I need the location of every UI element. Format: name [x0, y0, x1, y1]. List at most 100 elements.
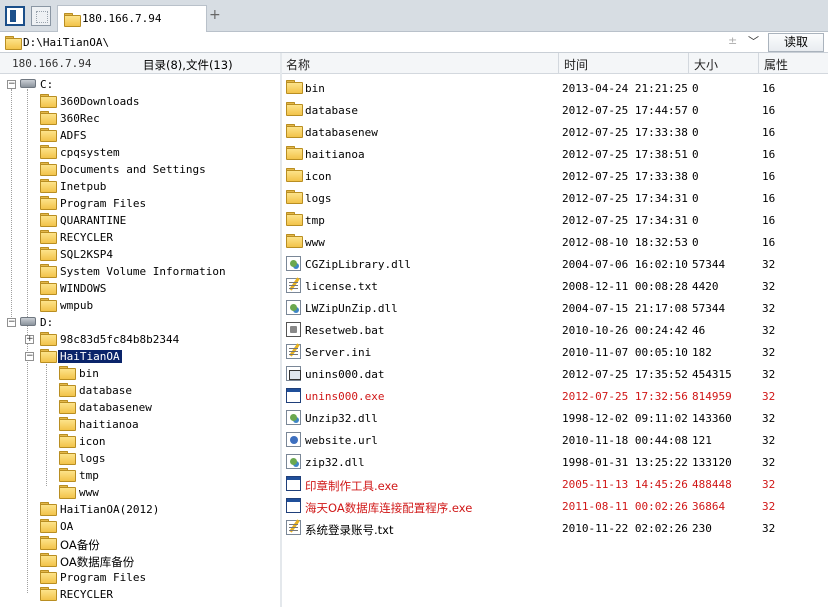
tree-item-folder[interactable]: Inetpub [0, 178, 270, 195]
file-row[interactable]: Unzip32.dll 1998-12-02 09:11:02 143360 32 [282, 407, 828, 429]
collapse-icon[interactable]: − [7, 80, 16, 89]
file-attr: 16 [762, 148, 776, 161]
file-row[interactable]: icon 2012-07-25 17:33:38 0 16 [282, 165, 828, 187]
tree-item-folder[interactable]: icon [0, 433, 270, 450]
file-time: 2005-11-13 14:45:26 [562, 478, 688, 491]
column-header-size[interactable]: 大小 [694, 56, 718, 73]
file-row[interactable]: 印章制作工具.exe 2005-11-13 14:45:26 488448 32 [282, 473, 828, 495]
tree-item-folder[interactable]: OA备份 [0, 535, 270, 552]
tree-item-folder[interactable]: tmp [0, 467, 270, 484]
tree-drive-d[interactable]: − D: [0, 314, 120, 331]
tree-item-folder[interactable]: OA [0, 518, 270, 535]
panel-toggle-icon[interactable] [5, 6, 25, 26]
column-header-name[interactable]: 名称 [286, 56, 310, 73]
tree-item-folder[interactable]: cpqsystem [0, 144, 270, 161]
tree-item-folder[interactable]: 360Rec [0, 110, 270, 127]
tree-item-folder[interactable]: database [0, 382, 270, 399]
column-header-time[interactable]: 时间 [564, 56, 588, 73]
file-size: 4420 [692, 280, 719, 293]
tree-item-folder[interactable]: ADFS [0, 127, 270, 144]
file-row[interactable]: CGZipLibrary.dll 2004-07-06 16:02:10 57344… [282, 253, 828, 275]
add-tab-icon[interactable]: + [209, 7, 221, 23]
file-name: databasenew [305, 126, 378, 139]
file-row[interactable]: tmp 2012-07-25 17:34:31 0 16 [282, 209, 828, 231]
file-size: 36864 [692, 500, 726, 513]
file-row[interactable]: zip32.dll 1998-01-31 13:25:22 133120 32 [282, 451, 828, 473]
dll-file-icon [286, 454, 301, 469]
collapse-icon[interactable]: − [7, 318, 16, 327]
tree-item-folder[interactable]: wmpub [0, 297, 270, 314]
file-row[interactable]: databasenew 2012-07-25 17:33:38 0 16 [282, 121, 828, 143]
tree-item-folder[interactable]: logs [0, 450, 270, 467]
file-attr: 32 [762, 368, 776, 381]
column-separator[interactable] [688, 53, 689, 74]
file-row[interactable]: database 2012-07-25 17:44:57 0 16 [282, 99, 828, 121]
tree-label: Inetpub [60, 180, 107, 193]
folder-icon [286, 190, 303, 204]
tree-item-folder[interactable]: Documents and Settings [0, 161, 270, 178]
file-row[interactable]: logs 2012-07-25 17:34:31 0 16 [282, 187, 828, 209]
tree-item-folder[interactable]: Program Files [0, 569, 270, 586]
tree-item-folder[interactable]: Program Files [0, 195, 270, 212]
file-size: 0 [692, 192, 699, 205]
path-input[interactable]: D:\HaiTianOA\ [23, 36, 109, 49]
tree-item-98c83d[interactable]: + 98c83d5fc84b8b2344 [0, 331, 270, 348]
tab-host[interactable]: 180.166.7.94 [57, 5, 207, 32]
expand-icon[interactable]: + [25, 335, 34, 344]
tree-item-folder[interactable]: RECYCLER [0, 586, 270, 603]
column-header-attr[interactable]: 属性 [764, 56, 788, 73]
file-row[interactable]: bin 2013-04-24 21:21:25 0 16 [282, 77, 828, 99]
file-time: 2011-08-11 00:02:26 [562, 500, 688, 513]
tree-item-folder[interactable]: HaiTianOA(2012) [0, 501, 270, 518]
folder-icon [286, 234, 303, 248]
tree-item-folder[interactable]: WINDOWS [0, 280, 270, 297]
file-attr: 32 [762, 500, 776, 513]
tree-item-folder[interactable]: haitianoa [0, 416, 270, 433]
tree-item-folder[interactable]: System Volume Information [0, 263, 270, 280]
folder-icon [286, 168, 303, 182]
pin-icon[interactable]: ± [728, 34, 737, 47]
file-size: 230 [692, 522, 712, 535]
tree-drive-c[interactable]: − C: [0, 76, 120, 93]
file-time: 2010-10-26 00:24:42 [562, 324, 688, 337]
file-row[interactable]: Server.ini 2010-11-07 00:05:10 182 32 [282, 341, 828, 363]
tree-item-folder[interactable]: QUARANTINE [0, 212, 270, 229]
folder-icon [40, 94, 57, 108]
tree-label: Program Files [60, 571, 147, 584]
file-row[interactable]: website.url 2010-11-18 00:44:08 121 32 [282, 429, 828, 451]
file-row[interactable]: unins000.dat 2012-07-25 17:35:52 454315 32 [282, 363, 828, 385]
tree-item-folder[interactable]: databasenew [0, 399, 270, 416]
tree-item-folder[interactable]: 360Downloads [0, 93, 270, 110]
file-name: haitianoa [305, 148, 365, 161]
chevron-down-icon[interactable]: ﹀ [748, 33, 759, 49]
file-row[interactable]: haitianoa 2012-07-25 17:38:51 0 16 [282, 143, 828, 165]
file-row[interactable]: 海天OA数据库连接配置程序.exe 2011-08-11 00:02:26 3686… [282, 495, 828, 517]
column-separator[interactable] [758, 53, 759, 74]
tree-item-folder[interactable]: www [0, 484, 270, 501]
file-row[interactable]: license.txt 2008-12-11 00:08:28 4420 32 [282, 275, 828, 297]
file-attr: 32 [762, 324, 776, 337]
file-row[interactable]: 系统登录账号.txt 2010-11-22 02:02:26 230 32 [282, 517, 828, 539]
address-bar: D:\HaiTianOA\ ± ﹀ 读取 [0, 32, 828, 53]
file-row[interactable]: Resetweb.bat 2010-10-26 00:24:42 46 32 [282, 319, 828, 341]
folder-icon [59, 451, 76, 465]
file-time: 2012-07-25 17:35:52 [562, 368, 688, 381]
tree-item-haitianoa[interactable]: − HaiTianOA [0, 348, 270, 365]
tree-item-folder[interactable]: bin [0, 365, 270, 382]
file-row[interactable]: www 2012-08-10 18:32:53 0 16 [282, 231, 828, 253]
folder-icon [40, 145, 57, 159]
tree-item-folder[interactable]: OA数据库备份 [0, 552, 270, 569]
folder-icon [40, 230, 57, 244]
file-row[interactable]: LWZipUnZip.dll 2004-07-15 21:17:08 57344 32 [282, 297, 828, 319]
tree-label: haitianoa [79, 418, 139, 431]
folder-icon [40, 519, 57, 533]
file-row[interactable]: unins000.exe 2012-07-25 17:32:56 814959 32 [282, 385, 828, 407]
file-size: 0 [692, 170, 699, 183]
tree-label: OA [60, 520, 74, 533]
collapse-icon[interactable]: − [25, 352, 34, 361]
tree-item-folder[interactable]: SQL2KSP4 [0, 246, 270, 263]
read-button[interactable]: 读取 [768, 33, 824, 52]
new-window-icon[interactable] [31, 6, 51, 26]
column-separator[interactable] [558, 53, 559, 74]
tree-item-folder[interactable]: RECYCLER [0, 229, 270, 246]
